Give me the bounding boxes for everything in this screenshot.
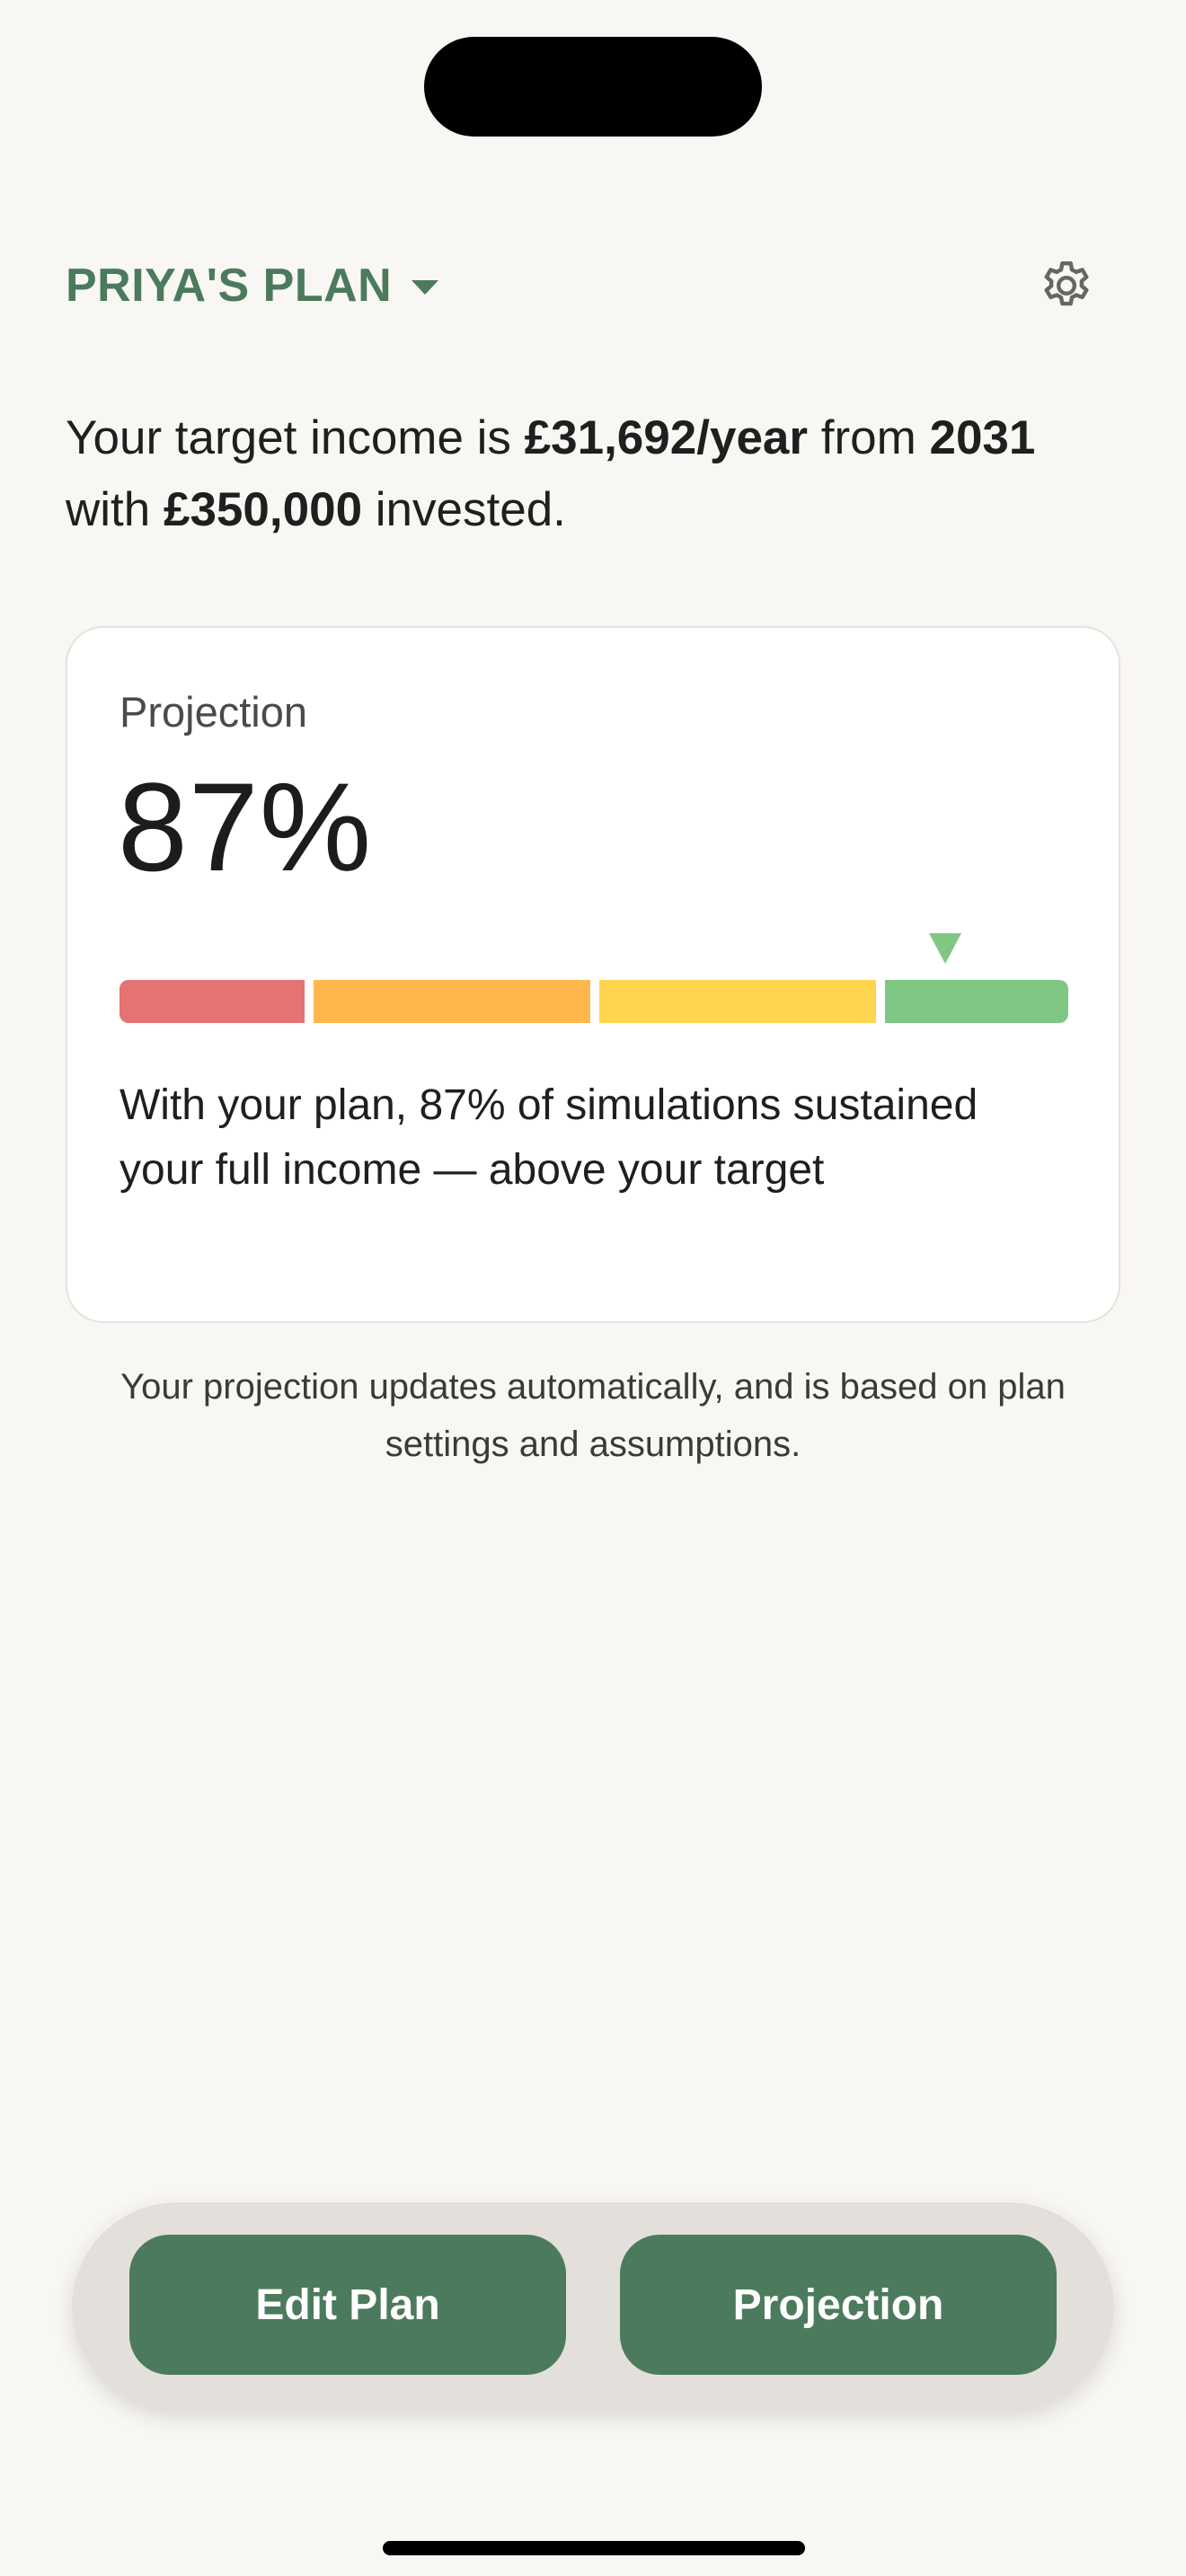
invested-amount-value: £350,000	[163, 483, 363, 536]
bottom-tab-bar: Edit Plan Projection	[72, 2201, 1114, 2411]
gauge-band-orange	[314, 980, 590, 1023]
edit-plan-button[interactable]: Edit Plan	[129, 2235, 566, 2375]
plan-switcher[interactable]: PRIYA'S PLAN	[66, 259, 439, 313]
target-income-summary: Your target income is £31,692/year from …	[66, 402, 1126, 546]
target-income-value: £31,692/year	[524, 411, 809, 464]
gear-icon	[1044, 261, 1089, 306]
projection-card[interactable]: Projection 87% With your plan, 87% of si…	[66, 626, 1120, 1323]
intro-text-1: Your target income is	[66, 411, 525, 464]
header: PRIYA'S PLAN	[66, 250, 1120, 322]
projection-label: Projection	[119, 688, 307, 736]
intro-text-2: from	[808, 411, 930, 464]
projection-description: With your plan, 87% of simulations susta…	[119, 1081, 978, 1194]
projection-button[interactable]: Projection	[620, 2235, 1057, 2375]
start-year-value: 2031	[929, 411, 1036, 464]
dynamic-island	[424, 37, 762, 137]
projection-gauge	[119, 933, 1068, 1023]
projection-footnote: Your projection updates automatically, a…	[120, 1367, 1066, 1464]
plan-name: PRIYA'S PLAN	[66, 260, 393, 312]
home-indicator	[383, 2541, 805, 2555]
projection-percentage: 87%	[118, 756, 373, 897]
intro-text-3: with	[66, 483, 164, 536]
settings-button[interactable]	[1013, 250, 1120, 322]
gauge-band-yellow	[599, 980, 876, 1023]
gauge-band-red	[119, 980, 305, 1023]
gauge-band-green	[885, 980, 1068, 1023]
intro-text-4: invested.	[362, 483, 566, 536]
gauge-marker-icon	[929, 933, 961, 964]
caret-down-icon	[412, 280, 439, 295]
app-screen: PRIYA'S PLAN Your target income is £31,6…	[0, 0, 1186, 2576]
